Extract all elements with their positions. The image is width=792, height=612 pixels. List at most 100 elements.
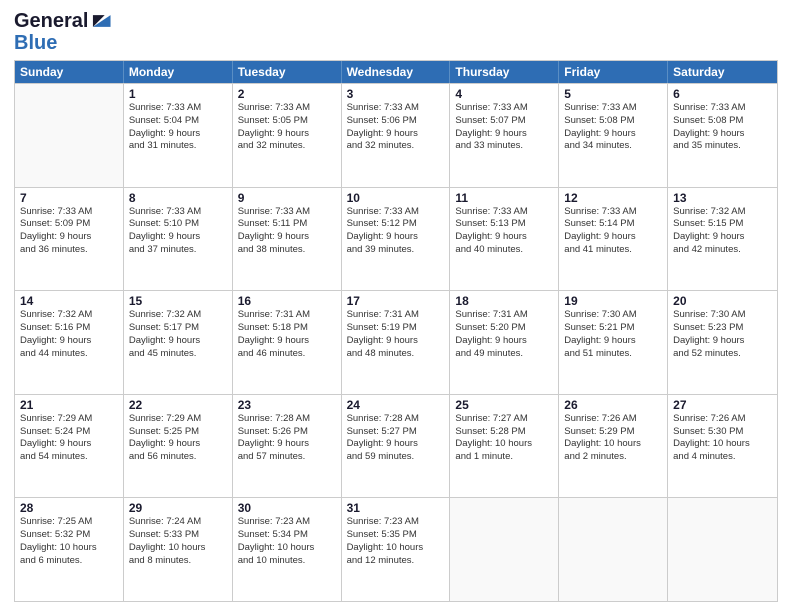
- day-number: 20: [673, 294, 772, 308]
- day-number: 22: [129, 398, 227, 412]
- weekday-header: Thursday: [450, 61, 559, 83]
- day-number: 30: [238, 501, 336, 515]
- calendar-header-row: SundayMondayTuesdayWednesdayThursdayFrid…: [15, 61, 777, 83]
- weekday-header: Tuesday: [233, 61, 342, 83]
- day-number: 21: [20, 398, 118, 412]
- calendar-cell: [668, 498, 777, 601]
- day-info: Sunrise: 7:28 AM Sunset: 5:26 PM Dayligh…: [238, 413, 336, 464]
- day-info: Sunrise: 7:30 AM Sunset: 5:21 PM Dayligh…: [564, 309, 662, 360]
- page: General Blue SundayMondayTuesdayWednesda…: [0, 0, 792, 612]
- day-number: 1: [129, 87, 227, 101]
- calendar-cell: [450, 498, 559, 601]
- weekday-header: Sunday: [15, 61, 124, 83]
- day-info: Sunrise: 7:26 AM Sunset: 5:29 PM Dayligh…: [564, 413, 662, 464]
- day-info: Sunrise: 7:28 AM Sunset: 5:27 PM Dayligh…: [347, 413, 445, 464]
- calendar-cell: 16Sunrise: 7:31 AM Sunset: 5:18 PM Dayli…: [233, 291, 342, 394]
- day-info: Sunrise: 7:32 AM Sunset: 5:15 PM Dayligh…: [673, 206, 772, 257]
- calendar-cell: 5Sunrise: 7:33 AM Sunset: 5:08 PM Daylig…: [559, 84, 668, 187]
- day-number: 15: [129, 294, 227, 308]
- day-info: Sunrise: 7:33 AM Sunset: 5:05 PM Dayligh…: [238, 102, 336, 153]
- day-info: Sunrise: 7:33 AM Sunset: 5:07 PM Dayligh…: [455, 102, 553, 153]
- calendar-cell: 10Sunrise: 7:33 AM Sunset: 5:12 PM Dayli…: [342, 188, 451, 291]
- day-info: Sunrise: 7:29 AM Sunset: 5:24 PM Dayligh…: [20, 413, 118, 464]
- day-number: 7: [20, 191, 118, 205]
- day-number: 8: [129, 191, 227, 205]
- day-info: Sunrise: 7:30 AM Sunset: 5:23 PM Dayligh…: [673, 309, 772, 360]
- day-info: Sunrise: 7:32 AM Sunset: 5:17 PM Dayligh…: [129, 309, 227, 360]
- day-info: Sunrise: 7:31 AM Sunset: 5:20 PM Dayligh…: [455, 309, 553, 360]
- calendar-cell: 27Sunrise: 7:26 AM Sunset: 5:30 PM Dayli…: [668, 395, 777, 498]
- day-number: 5: [564, 87, 662, 101]
- calendar-cell: 12Sunrise: 7:33 AM Sunset: 5:14 PM Dayli…: [559, 188, 668, 291]
- day-number: 18: [455, 294, 553, 308]
- calendar-cell: 9Sunrise: 7:33 AM Sunset: 5:11 PM Daylig…: [233, 188, 342, 291]
- day-info: Sunrise: 7:25 AM Sunset: 5:32 PM Dayligh…: [20, 516, 118, 567]
- weekday-header: Saturday: [668, 61, 777, 83]
- calendar-cell: 8Sunrise: 7:33 AM Sunset: 5:10 PM Daylig…: [124, 188, 233, 291]
- calendar-week: 1Sunrise: 7:33 AM Sunset: 5:04 PM Daylig…: [15, 83, 777, 187]
- weekday-header: Friday: [559, 61, 668, 83]
- calendar: SundayMondayTuesdayWednesdayThursdayFrid…: [14, 60, 778, 602]
- day-number: 6: [673, 87, 772, 101]
- calendar-cell: 25Sunrise: 7:27 AM Sunset: 5:28 PM Dayli…: [450, 395, 559, 498]
- calendar-cell: 30Sunrise: 7:23 AM Sunset: 5:34 PM Dayli…: [233, 498, 342, 601]
- weekday-header: Wednesday: [342, 61, 451, 83]
- day-number: 26: [564, 398, 662, 412]
- day-number: 9: [238, 191, 336, 205]
- calendar-cell: 13Sunrise: 7:32 AM Sunset: 5:15 PM Dayli…: [668, 188, 777, 291]
- day-number: 24: [347, 398, 445, 412]
- day-number: 28: [20, 501, 118, 515]
- calendar-cell: 6Sunrise: 7:33 AM Sunset: 5:08 PM Daylig…: [668, 84, 777, 187]
- calendar-cell: 1Sunrise: 7:33 AM Sunset: 5:04 PM Daylig…: [124, 84, 233, 187]
- logo-icon: [90, 10, 112, 32]
- calendar-cell: 15Sunrise: 7:32 AM Sunset: 5:17 PM Dayli…: [124, 291, 233, 394]
- calendar-week: 7Sunrise: 7:33 AM Sunset: 5:09 PM Daylig…: [15, 187, 777, 291]
- day-number: 31: [347, 501, 445, 515]
- day-number: 10: [347, 191, 445, 205]
- header: General Blue: [14, 10, 778, 54]
- calendar-cell: 7Sunrise: 7:33 AM Sunset: 5:09 PM Daylig…: [15, 188, 124, 291]
- day-number: 25: [455, 398, 553, 412]
- day-info: Sunrise: 7:33 AM Sunset: 5:13 PM Dayligh…: [455, 206, 553, 257]
- day-info: Sunrise: 7:33 AM Sunset: 5:10 PM Dayligh…: [129, 206, 227, 257]
- calendar-cell: 19Sunrise: 7:30 AM Sunset: 5:21 PM Dayli…: [559, 291, 668, 394]
- calendar-cell: 31Sunrise: 7:23 AM Sunset: 5:35 PM Dayli…: [342, 498, 451, 601]
- day-number: 2: [238, 87, 336, 101]
- day-info: Sunrise: 7:27 AM Sunset: 5:28 PM Dayligh…: [455, 413, 553, 464]
- calendar-week: 28Sunrise: 7:25 AM Sunset: 5:32 PM Dayli…: [15, 497, 777, 601]
- day-info: Sunrise: 7:23 AM Sunset: 5:34 PM Dayligh…: [238, 516, 336, 567]
- day-info: Sunrise: 7:33 AM Sunset: 5:14 PM Dayligh…: [564, 206, 662, 257]
- calendar-cell: 24Sunrise: 7:28 AM Sunset: 5:27 PM Dayli…: [342, 395, 451, 498]
- day-info: Sunrise: 7:23 AM Sunset: 5:35 PM Dayligh…: [347, 516, 445, 567]
- calendar-cell: 18Sunrise: 7:31 AM Sunset: 5:20 PM Dayli…: [450, 291, 559, 394]
- day-number: 16: [238, 294, 336, 308]
- calendar-week: 14Sunrise: 7:32 AM Sunset: 5:16 PM Dayli…: [15, 290, 777, 394]
- day-number: 29: [129, 501, 227, 515]
- calendar-cell: 21Sunrise: 7:29 AM Sunset: 5:24 PM Dayli…: [15, 395, 124, 498]
- day-number: 13: [673, 191, 772, 205]
- logo-blue: Blue: [14, 32, 112, 54]
- day-info: Sunrise: 7:24 AM Sunset: 5:33 PM Dayligh…: [129, 516, 227, 567]
- day-number: 14: [20, 294, 118, 308]
- day-info: Sunrise: 7:33 AM Sunset: 5:04 PM Dayligh…: [129, 102, 227, 153]
- calendar-cell: 22Sunrise: 7:29 AM Sunset: 5:25 PM Dayli…: [124, 395, 233, 498]
- day-info: Sunrise: 7:33 AM Sunset: 5:11 PM Dayligh…: [238, 206, 336, 257]
- calendar-cell: 23Sunrise: 7:28 AM Sunset: 5:26 PM Dayli…: [233, 395, 342, 498]
- day-number: 3: [347, 87, 445, 101]
- calendar-cell: 20Sunrise: 7:30 AM Sunset: 5:23 PM Dayli…: [668, 291, 777, 394]
- day-number: 27: [673, 398, 772, 412]
- calendar-cell: 3Sunrise: 7:33 AM Sunset: 5:06 PM Daylig…: [342, 84, 451, 187]
- day-info: Sunrise: 7:29 AM Sunset: 5:25 PM Dayligh…: [129, 413, 227, 464]
- logo-text: General: [14, 10, 88, 32]
- day-number: 19: [564, 294, 662, 308]
- day-number: 11: [455, 191, 553, 205]
- day-info: Sunrise: 7:31 AM Sunset: 5:19 PM Dayligh…: [347, 309, 445, 360]
- day-info: Sunrise: 7:33 AM Sunset: 5:08 PM Dayligh…: [673, 102, 772, 153]
- calendar-cell: 17Sunrise: 7:31 AM Sunset: 5:19 PM Dayli…: [342, 291, 451, 394]
- calendar-cell: 2Sunrise: 7:33 AM Sunset: 5:05 PM Daylig…: [233, 84, 342, 187]
- calendar-cell: 11Sunrise: 7:33 AM Sunset: 5:13 PM Dayli…: [450, 188, 559, 291]
- weekday-header: Monday: [124, 61, 233, 83]
- day-info: Sunrise: 7:32 AM Sunset: 5:16 PM Dayligh…: [20, 309, 118, 360]
- day-number: 17: [347, 294, 445, 308]
- day-info: Sunrise: 7:26 AM Sunset: 5:30 PM Dayligh…: [673, 413, 772, 464]
